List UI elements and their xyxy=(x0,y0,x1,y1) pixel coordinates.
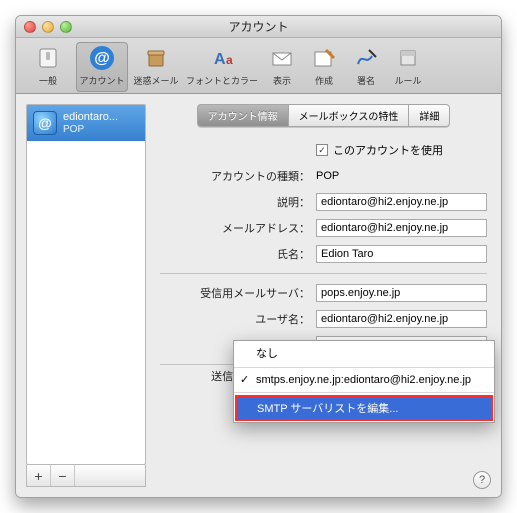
email-input[interactable] xyxy=(316,219,487,237)
toolbar: 一般 @ アカウント 迷惑メール Aa フォントとカラー 表示 xyxy=(16,38,501,94)
remove-button[interactable]: − xyxy=(51,465,75,486)
list-footer: + − xyxy=(26,465,146,487)
tab-fonts[interactable]: Aa フォントとカラー xyxy=(184,42,260,92)
tab-rules[interactable]: ルール xyxy=(388,42,428,92)
compose-icon xyxy=(310,44,338,72)
switch-icon xyxy=(34,44,62,72)
divider xyxy=(160,273,487,274)
popup-server[interactable]: smtps.enjoy.ne.jp:ediontaro@hi2.enjoy.ne… xyxy=(234,370,494,390)
body: @ ediontaro... POP + − アカウント情報 メールボックスの特… xyxy=(16,94,501,497)
signature-icon xyxy=(352,44,380,72)
segmented-tabs: アカウント情報 メールボックスの特性 詳細 xyxy=(156,104,491,127)
account-row[interactable]: @ ediontaro... POP xyxy=(27,105,145,141)
enable-label: このアカウントを使用 xyxy=(333,142,443,158)
smtp-popup-menu[interactable]: なし smtps.enjoy.ne.jp:ediontaro@hi2.enjoy… xyxy=(233,340,495,423)
svg-text:a: a xyxy=(226,53,233,67)
at-icon: @ xyxy=(88,44,116,72)
tab-composing[interactable]: 作成 xyxy=(304,42,344,92)
at-icon: @ xyxy=(33,111,57,135)
accounts-sidebar: @ ediontaro... POP + − xyxy=(26,104,146,487)
email-label: メールアドレス： xyxy=(160,220,310,236)
svg-text:@: @ xyxy=(94,50,110,67)
accounts-list[interactable]: @ ediontaro... POP xyxy=(26,104,146,465)
main-panel: アカウント情報 メールボックスの特性 詳細 ✓ このアカウントを使用 アカウント… xyxy=(156,104,491,487)
tab-account-info[interactable]: アカウント情報 xyxy=(197,104,289,127)
account-type-value: POP xyxy=(316,170,487,182)
popup-edit-smtp-list[interactable]: SMTP サーバリストを編集... xyxy=(235,395,493,421)
tab-general[interactable]: 一般 xyxy=(22,42,74,92)
username-input[interactable] xyxy=(316,310,487,328)
envelope-icon xyxy=(268,44,296,72)
enable-checkbox[interactable]: ✓ xyxy=(316,144,328,156)
trash-icon xyxy=(142,44,170,72)
help-button[interactable]: ? xyxy=(473,471,491,489)
account-name: ediontaro... xyxy=(63,111,118,124)
tab-viewing[interactable]: 表示 xyxy=(262,42,302,92)
window-title: アカウント xyxy=(16,18,501,35)
tab-signatures[interactable]: 署名 xyxy=(346,42,386,92)
tab-junk[interactable]: 迷惑メール xyxy=(130,42,182,92)
rules-icon xyxy=(394,44,422,72)
add-button[interactable]: + xyxy=(27,465,51,486)
account-type-label: アカウントの種類： xyxy=(160,168,310,184)
username-label: ユーザ名： xyxy=(160,311,310,327)
account-type: POP xyxy=(63,124,118,136)
tab-advanced[interactable]: 詳細 xyxy=(409,104,450,127)
incoming-input[interactable] xyxy=(316,284,487,302)
fullname-label: 氏名： xyxy=(160,246,310,262)
font-icon: Aa xyxy=(208,44,236,72)
description-input[interactable] xyxy=(316,193,487,211)
tab-mailbox-behaviors[interactable]: メールボックスの特性 xyxy=(289,104,410,127)
popup-none[interactable]: なし xyxy=(234,341,494,365)
svg-text:A: A xyxy=(214,51,226,68)
description-label: 説明： xyxy=(160,194,310,210)
tab-accounts[interactable]: @ アカウント xyxy=(76,42,128,92)
preferences-window: アカウント 一般 @ アカウント 迷惑メール Aa フォントとカラー xyxy=(15,15,502,498)
titlebar: アカウント xyxy=(16,16,501,38)
fullname-input[interactable] xyxy=(316,245,487,263)
incoming-label: 受信用メールサーバ： xyxy=(160,285,310,301)
